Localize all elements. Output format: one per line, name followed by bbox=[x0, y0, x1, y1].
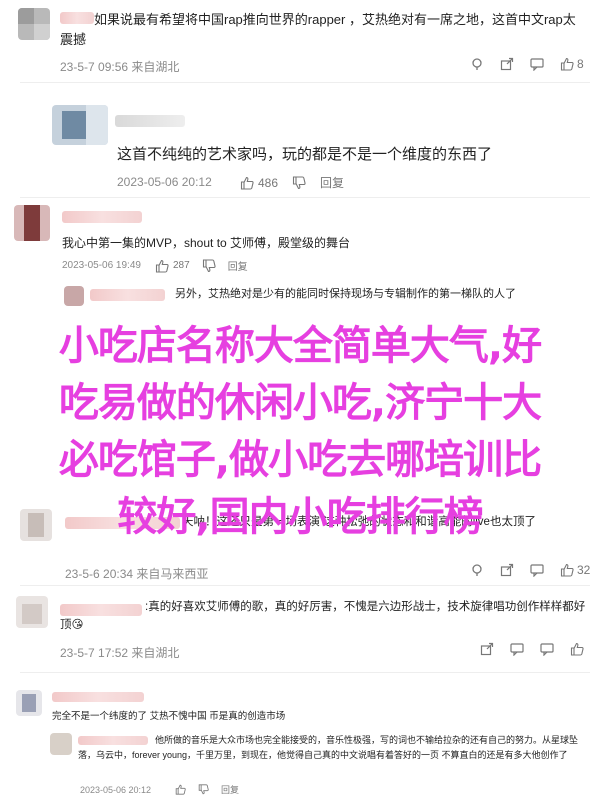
comment-icon[interactable] bbox=[530, 57, 544, 71]
thumbs-down-icon[interactable] bbox=[198, 784, 209, 795]
comment-text: 这首不纯纯的艺术家吗，玩的都是不是一个维度的东西了 bbox=[117, 146, 493, 163]
comment-text: 我心中第一集的MVP，shout to 艾师傅，殿堂级的舞台 bbox=[62, 236, 351, 250]
username[interactable] bbox=[62, 211, 142, 223]
reply-button[interactable]: 回复 bbox=[320, 174, 344, 191]
thumbs-up-icon[interactable] bbox=[570, 642, 584, 656]
divider bbox=[20, 585, 590, 586]
comment-7: 完全不是一个纬度的了 艾热不愧中国 币是真的创造市场 bbox=[0, 680, 600, 730]
comment-3: 我心中第一集的MVP，shout to 艾师傅，殿堂级的舞台 2023-05-0… bbox=[0, 200, 600, 280]
thumbs-down-icon[interactable] bbox=[202, 258, 216, 273]
comment-text: 完全不是一个纬度的了 艾热不愧中国 币是真的创造市场 bbox=[52, 711, 286, 722]
thumbs-up-icon[interactable] bbox=[240, 176, 254, 190]
username[interactable] bbox=[52, 692, 144, 702]
divider bbox=[20, 197, 590, 198]
pin-icon[interactable] bbox=[470, 563, 484, 577]
comment-meta: 2023-05-06 19:49 bbox=[62, 260, 141, 271]
reply-button[interactable]: 回复 bbox=[221, 783, 239, 796]
action-bar bbox=[480, 642, 584, 656]
share-icon[interactable] bbox=[500, 563, 514, 577]
username[interactable] bbox=[115, 115, 185, 127]
overlay-line: 吃易做的休闲小吃,济宁十大 bbox=[58, 380, 542, 426]
comment-meta: 2023-05-06 20:12 bbox=[117, 175, 212, 189]
avatar[interactable] bbox=[16, 690, 42, 716]
thumbs-up-icon[interactable] bbox=[175, 784, 186, 795]
action-bar: 287 回复 bbox=[155, 258, 248, 273]
overlay-line: 较好,国内小吃排行榜 bbox=[117, 494, 483, 540]
action-bar: 8 bbox=[470, 57, 584, 71]
comment-meta: 23-5-6 20:34 来自马来西亚 bbox=[65, 567, 209, 581]
comment-icon[interactable] bbox=[530, 563, 544, 577]
overlay-line: 必吃馆子,做小吃去哪培训比 bbox=[58, 437, 542, 483]
pin-icon[interactable] bbox=[470, 57, 484, 71]
thumbs-up-icon[interactable] bbox=[560, 57, 574, 71]
comment-icon[interactable] bbox=[510, 642, 524, 656]
avatar[interactable] bbox=[18, 8, 50, 40]
share-icon[interactable] bbox=[500, 57, 514, 71]
comment-text: 他所做的音乐是大众市场也完全能接受的，音乐性极强，写的词也不输给拉杂的还有自己的… bbox=[78, 735, 579, 761]
divider bbox=[20, 672, 590, 673]
comment-text: 如果说最有希望将中国rap推向世界的rapper ，艾热绝对有一席之地，这首中文… bbox=[60, 12, 576, 48]
comment-meta: 2023-05-06 20:12 bbox=[80, 785, 152, 795]
overlay-line: 小吃店名称大全简单大气,好 bbox=[58, 323, 542, 369]
avatar[interactable] bbox=[14, 205, 50, 241]
avatar[interactable] bbox=[52, 105, 108, 145]
like-count: 287 bbox=[173, 260, 190, 271]
action-bar: 486 回复 bbox=[240, 174, 344, 191]
avatar[interactable] bbox=[50, 733, 72, 755]
thumbs-up-icon[interactable] bbox=[560, 563, 574, 577]
share-icon[interactable] bbox=[480, 642, 494, 656]
comment-text: 另外，艾热绝对是少有的能同时保持现场与专辑制作的第一梯队的人了 bbox=[175, 288, 516, 300]
comment-6: :真的好喜欢艾师傅的歌，真的好厉害，不愧是六边形战士，技术旋律唱功创作样样都好顶… bbox=[0, 592, 600, 667]
comment-8: 他所做的音乐是大众市场也完全能接受的，音乐性极强，写的词也不输给拉杂的还有自己的… bbox=[0, 725, 600, 797]
reply-button[interactable]: 回复 bbox=[228, 258, 248, 273]
avatar[interactable] bbox=[64, 286, 84, 306]
like-count: 8 bbox=[577, 57, 584, 71]
comment-meta: 23-5-7 09:56 来自湖北 bbox=[60, 60, 180, 74]
comment-icon[interactable] bbox=[540, 642, 554, 656]
comment-text: :真的好喜欢艾师傅的歌，真的好厉害，不愧是六边形战士，技术旋律唱功创作样样都好顶… bbox=[60, 601, 586, 631]
like-count: 486 bbox=[258, 175, 279, 190]
comment-1: 如果说最有希望将中国rap推向世界的rapper ，艾热绝对有一席之地，这首中文… bbox=[0, 0, 600, 82]
username[interactable] bbox=[90, 289, 165, 301]
divider bbox=[20, 82, 590, 83]
comment-2: 这首不纯纯的艺术家吗，玩的都是不是一个维度的东西了 2023-05-06 20:… bbox=[0, 100, 600, 200]
like-count: 32 bbox=[577, 563, 591, 577]
action-bar: 32 bbox=[470, 563, 590, 577]
thumbs-down-icon[interactable] bbox=[292, 175, 306, 190]
avatar[interactable] bbox=[16, 596, 48, 628]
action-bar: 回复 bbox=[175, 783, 239, 796]
comment-meta: 23-5-7 17:52 来自湖北 bbox=[60, 646, 180, 660]
overlay-title: 小吃店名称大全简单大气,好 吃易做的休闲小吃,济宁十大 必吃馆子,做小吃去哪培训… bbox=[0, 318, 600, 546]
thumbs-up-icon[interactable] bbox=[155, 259, 169, 273]
